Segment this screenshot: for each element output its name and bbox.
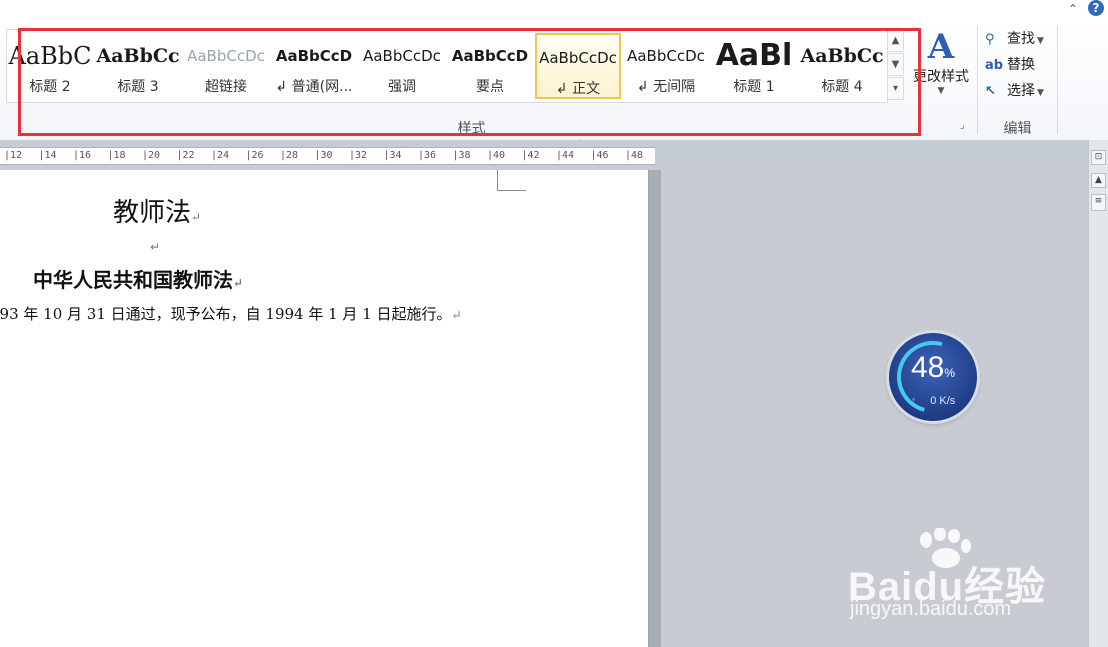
- ruler-tick-label: |32: [349, 150, 368, 161]
- ruler-tick-label: |18: [107, 150, 126, 161]
- ruler-tick-label: |28: [280, 150, 299, 161]
- horizontal-ruler[interactable]: |12 |14 |16 |18 |20 |22 |24 |26 |28 |30 |32 |34 |36 |…: [0, 147, 655, 165]
- paragraph-mark: ↵: [451, 308, 462, 322]
- ruler-tick-label: |38: [452, 150, 471, 161]
- page-corner-mark: [497, 170, 526, 191]
- paragraph-mark: ↵: [233, 276, 244, 290]
- paragraph-mark: ↵: [150, 240, 161, 254]
- percent-sign: %: [944, 366, 956, 380]
- speed-percent: 48%: [889, 352, 977, 389]
- ruler-tick-label: |12: [4, 150, 23, 161]
- speed-rate: ↑ 0 K/s: [889, 395, 977, 407]
- document-title[interactable]: 教师法↵: [113, 192, 201, 229]
- ruler-toggle-icon[interactable]: ⊡: [1091, 150, 1106, 165]
- document-subtitle[interactable]: 中华人民共和国教师法↵: [33, 264, 243, 293]
- body-text: 993 年 10 月 31 日通过，现予公布，自 1994 年 1 月 1 日起…: [0, 305, 452, 323]
- baidu-watermark: Baidu经验 jingyan.baidu.com: [848, 528, 1058, 628]
- ruler-tick-label: |36: [418, 150, 437, 161]
- paragraph-mark: ↵: [191, 210, 202, 224]
- ruler-tick-label: |34: [383, 150, 402, 161]
- ruler-tick-label: |46: [590, 150, 609, 161]
- scroll-thumb[interactable]: ≡: [1091, 194, 1106, 211]
- ruler-tick-label: |22: [176, 150, 195, 161]
- title-text: 教师法: [113, 198, 192, 228]
- subtitle-text: 中华人民共和国教师法: [33, 268, 233, 292]
- ruler-tick-label: |48: [625, 150, 644, 161]
- rate-text: 0 K/s: [930, 395, 956, 407]
- percent-value: 48: [910, 351, 945, 384]
- ruler-tick-label: |42: [521, 150, 540, 161]
- watermark-url: jingyan.baidu.com: [850, 598, 1012, 620]
- ruler-tick-label: |20: [142, 150, 161, 161]
- document-page[interactable]: 教师法↵ ↵ 中华人民共和国教师法↵ 993 年 10 月 31 日通过，现予公…: [0, 170, 649, 647]
- network-speed-widget[interactable]: 48% ↑ 0 K/s: [883, 327, 983, 427]
- ruler-tick-label: |16: [73, 150, 92, 161]
- ruler-tick-label: |40: [487, 150, 506, 161]
- ruler-tick-label: |30: [314, 150, 333, 161]
- page-edge: [649, 170, 661, 647]
- ruler-tick-label: |14: [38, 150, 57, 161]
- scroll-up-icon[interactable]: ▲: [1091, 173, 1106, 188]
- ruler-tick-label: |26: [245, 150, 264, 161]
- ruler-tick-label: |24: [211, 150, 230, 161]
- vertical-scrollbar[interactable]: ⊡ ▲ ≡: [1088, 140, 1108, 647]
- upload-arrow-icon: ↑: [910, 395, 917, 407]
- ruler-tick-label: |44: [556, 150, 575, 161]
- document-body-line[interactable]: 993 年 10 月 31 日通过，现予公布，自 1994 年 1 月 1 日起…: [0, 303, 462, 324]
